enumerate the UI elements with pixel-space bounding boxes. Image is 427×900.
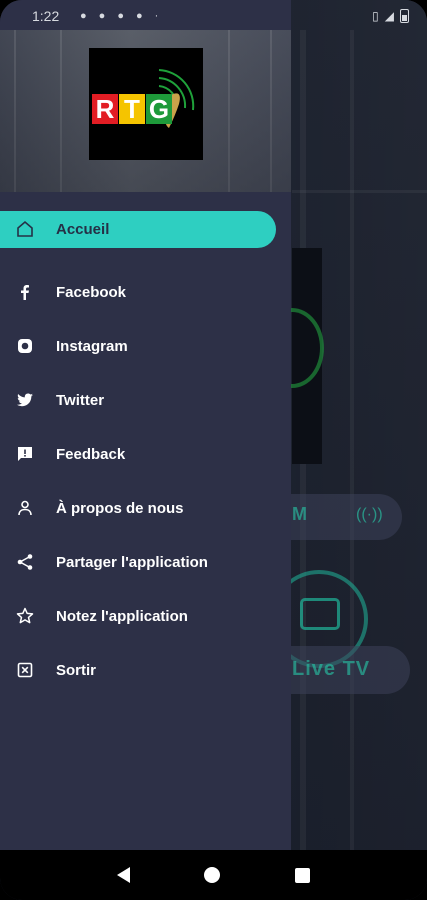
menu-label-accueil: Accueil [56,221,110,238]
notification-icon: ● [80,10,87,22]
drawer-menu: Accueil Facebook Instagram Twitter Feedb… [0,211,291,697]
menu-label-a-propos: À propos de nous [56,499,184,517]
radio-label: M [292,504,307,524]
menu-label-partager: Partager l'application [56,553,208,571]
menu-item-facebook[interactable]: Facebook [0,265,291,319]
star-icon [15,606,35,626]
notification-dot-icon: · [154,10,159,22]
system-icons: ▯ ◢ [372,9,409,23]
status-bar: 1:22 ● ● ● ● · ▯ ◢ [0,0,427,32]
notification-icon: ● [135,10,143,22]
phone-screen: M ((·)) Live TV 1:22 ● ● ● ● · ▯ ◢ R T G… [0,0,427,900]
home-button-icon[interactable] [204,867,221,883]
tv-icon [300,598,340,630]
vibrate-icon: ▯ [372,9,379,23]
system-nav-bar [0,850,427,900]
radio-broadcast-icon: ((·)) [356,506,383,523]
notification-icon: ● [117,10,124,22]
instagram-icon [15,336,35,356]
twitter-icon [15,390,35,410]
logo-letter-t: T [119,94,145,124]
menu-item-twitter[interactable]: Twitter [0,373,291,427]
navigation-drawer: R T G Accueil Facebook Instagram Twitter… [0,0,291,850]
menu-label-facebook: Facebook [56,283,127,301]
logo-letter-r: R [92,94,118,124]
menu-label-instagram: Instagram [56,337,128,355]
live-tv-label: Live TV [292,658,371,680]
share-icon [15,552,35,572]
menu-label-feedback: Feedback [56,445,126,463]
status-time: 1:22 [32,8,60,24]
exit-icon [15,660,35,680]
recent-apps-icon[interactable] [294,867,310,883]
signal-icon: ◢ [384,9,394,23]
menu-item-a-propos[interactable]: À propos de nous [0,481,291,535]
menu-item-sortir[interactable]: Sortir [0,643,291,697]
battery-icon [400,9,409,23]
menu-item-instagram[interactable]: Instagram [0,319,291,373]
logo-letter-g: G [146,94,172,124]
menu-label-twitter: Twitter [56,391,105,409]
menu-item-accueil[interactable]: Accueil [0,211,291,265]
menu-label-notez: Notez l'application [56,607,188,625]
notification-icons: ● ● ● ● · [80,10,158,22]
facebook-icon [15,282,35,302]
menu-label-sortir: Sortir [56,661,97,679]
feedback-icon [15,444,35,464]
menu-item-notez[interactable]: Notez l'application [0,589,291,643]
back-icon[interactable] [117,867,131,883]
person-icon [15,498,35,518]
notification-icon: ● [98,10,106,22]
menu-item-partager[interactable]: Partager l'application [0,535,291,589]
home-icon [15,219,35,239]
menu-item-feedback[interactable]: Feedback [0,427,291,481]
